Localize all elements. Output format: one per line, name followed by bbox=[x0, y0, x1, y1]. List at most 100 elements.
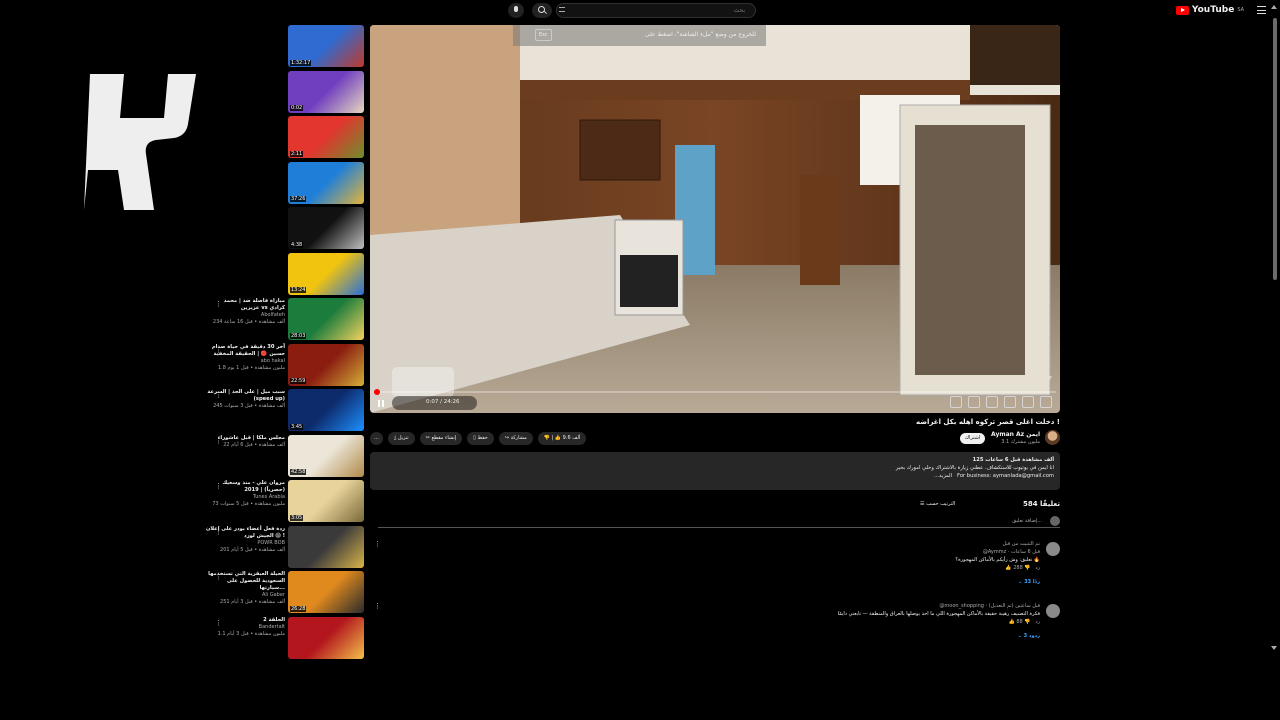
subscriber-count: 3.1 مليون مشترك bbox=[1001, 439, 1040, 445]
share-button[interactable]: ↪ مشاركة bbox=[498, 432, 533, 445]
sort-comments-button[interactable]: ☰ الترتيب حسب bbox=[920, 501, 955, 507]
video-duration: 4:38 bbox=[290, 241, 304, 248]
comment-avatar[interactable] bbox=[1046, 542, 1060, 556]
recommendation-channel[interactable]: Abolfateh bbox=[205, 312, 285, 319]
comments-count: 584 تعليقًا bbox=[1022, 500, 1060, 508]
comment-avatar[interactable] bbox=[1046, 604, 1060, 618]
comment-replies[interactable]: ⌄ 3 ردود bbox=[380, 632, 1040, 640]
voice-search-icon[interactable] bbox=[508, 3, 524, 18]
video-thumbnail[interactable] bbox=[288, 616, 364, 659]
video-duration: 42:58 bbox=[290, 469, 307, 475]
recommendation-item[interactable]: 13:24 bbox=[205, 252, 365, 299]
save-label: حفظ bbox=[477, 435, 488, 441]
brand-region: SA bbox=[1237, 7, 1244, 13]
more-actions-button[interactable]: ... bbox=[370, 432, 383, 445]
recommendation-item[interactable]: 4:38 bbox=[205, 207, 365, 253]
replies-count: 33 ردًا bbox=[1024, 579, 1040, 585]
settings-icon[interactable] bbox=[986, 396, 998, 408]
recommendation-menu-icon[interactable]: ⋮ bbox=[215, 346, 222, 354]
recommendation-channel[interactable]: Tunes Arabia bbox=[205, 494, 285, 501]
recommendation-menu-icon[interactable]: ⋮ bbox=[215, 528, 222, 536]
channel-avatar[interactable] bbox=[1045, 430, 1060, 445]
recommendation-item[interactable]: 3:05 مروان علي - منذ وسعيك (حصرياً) | 201… bbox=[205, 480, 365, 526]
video-player[interactable]: Esc للخروج من وضع "ملء الشاشة"، اضغط على… bbox=[370, 25, 1060, 413]
recommendation-item[interactable]: 26:28 الحيلة العبقرية التي تستخدمها السعو… bbox=[205, 571, 365, 617]
comment-text: فكرة التصنيف رهيبة حقيقة بالأماكن المهجو… bbox=[837, 611, 1040, 617]
clip-label: إنشاء مقطع bbox=[431, 435, 457, 441]
recommendation-stats: 1.8 مليون مشاهدة • قبل 1 يوم bbox=[217, 364, 285, 371]
comment-replies[interactable]: ⌄ 33 ردًا bbox=[380, 578, 1040, 586]
recommendation-menu-icon[interactable]: ⋮ bbox=[215, 391, 222, 399]
miniplayer-icon[interactable] bbox=[1004, 396, 1016, 408]
youtube-logo[interactable]: YouTube SA bbox=[1175, 5, 1244, 15]
scroll-up-icon[interactable] bbox=[1271, 5, 1277, 9]
video-duration: 28:03 bbox=[290, 332, 307, 339]
description-line-1: انا ايمن في يوتيوب للاستكشاف. عطني زيارة… bbox=[895, 465, 1054, 471]
comment-header: @Aymmz · قبل 6 ساعات bbox=[982, 549, 1040, 555]
comment-time: قبل ساعتين (تم التعديل) bbox=[988, 603, 1040, 609]
comment-text: تعليق: وش رأيكم بالأماكن المهجورة؟ 🔥 bbox=[955, 557, 1040, 563]
comment-like-count: 88 bbox=[1016, 619, 1023, 625]
description-more[interactable]: ...المزيد bbox=[934, 473, 952, 479]
comment-likes[interactable]: 👍 288 👎 رد bbox=[380, 564, 1040, 572]
recommendation-item[interactable]: 2:11 bbox=[205, 116, 365, 162]
save-button[interactable]: ▯ حفظ bbox=[467, 432, 494, 445]
recommendation-channel[interactable]: POWR BOB bbox=[205, 540, 285, 547]
recommendation-item[interactable]: ردة فعل أعضاء بودر على إعلان الجيش لورد … bbox=[205, 525, 365, 572]
video-duration: 3:05 bbox=[290, 514, 304, 521]
scrollbar-thumb[interactable] bbox=[1273, 18, 1277, 280]
comment-like-count: 288 bbox=[1013, 565, 1023, 571]
download-label: تنزيل bbox=[397, 435, 409, 441]
like-count: 9.6 ألف bbox=[562, 435, 581, 441]
search-icon[interactable] bbox=[532, 3, 552, 18]
comment-author[interactable]: @moon_shopping bbox=[939, 603, 984, 609]
recommendation-item[interactable]: 37:26 bbox=[205, 161, 365, 208]
video-thumbnail[interactable] bbox=[288, 525, 364, 568]
search-input[interactable]: بحث bbox=[556, 3, 756, 18]
comment-time: قبل 6 ساعات bbox=[1011, 549, 1040, 555]
description-box[interactable]: 125 ألف مشاهدة قبل 6 ساعات انا ايمن في ي… bbox=[370, 452, 1060, 490]
esc-message: للخروج من وضع "ملء الشاشة"، اضغط على bbox=[644, 31, 756, 38]
subtitles-icon[interactable] bbox=[968, 396, 980, 408]
add-comment-input[interactable]: إضافة تعليق... bbox=[378, 516, 1060, 528]
recommendation-item[interactable]: الحلقة 2 Bandertalt 1.1 مليون مشاهدة • قبل… bbox=[205, 616, 365, 663]
video-duration: 1:32:17 bbox=[290, 59, 312, 66]
like-dislike-button[interactable]: 👎 | 👍 9.6 ألف bbox=[537, 432, 587, 445]
time-display: 0:07 / 24:26 bbox=[426, 399, 460, 405]
recommendation-menu-icon[interactable]: ⋮ bbox=[215, 300, 222, 308]
recommendation-channel[interactable]: abo hakal bbox=[205, 358, 285, 365]
subscribe-button[interactable]: اشتراك bbox=[960, 433, 985, 444]
recommendation-item[interactable]: 1:32:17 bbox=[205, 25, 365, 71]
share-label: مشاركة bbox=[510, 435, 527, 441]
video-duration: 3:45 bbox=[290, 423, 304, 430]
progress-bar[interactable] bbox=[374, 389, 1056, 395]
menu-icon[interactable] bbox=[1257, 6, 1266, 14]
recommendation-stats: 1.1 مليون مشاهدة • قبل 3 أيام bbox=[217, 630, 285, 637]
recommendation-item[interactable]: 0:02 bbox=[205, 70, 365, 117]
theater-icon[interactable] bbox=[1022, 396, 1034, 408]
recommendation-item[interactable]: 42:58 مجلس ملكا | قبل عاشوراء 22 ألف مشاهد… bbox=[205, 434, 365, 481]
recommendation-menu-icon[interactable]: ⋮ bbox=[215, 437, 222, 445]
recommendation-menu-icon[interactable]: ⋮ bbox=[215, 619, 222, 627]
fullscreen-icon[interactable] bbox=[1040, 396, 1052, 408]
comment-likes[interactable]: 👍 88 👎 رد bbox=[380, 618, 1040, 626]
pause-icon[interactable] bbox=[376, 398, 386, 410]
keyboard-icon[interactable] bbox=[559, 7, 565, 12]
channel-row: Ayman Az ايمن 3.1 مليون مشترك اشتراك bbox=[860, 430, 1060, 446]
recommendation-stats: 234 ألف مشاهدة • قبل 16 ساعة bbox=[212, 319, 285, 325]
comment-author[interactable]: @Aymmz bbox=[983, 549, 1006, 555]
recommendation-item[interactable]: 22:59 آخر 30 دقيقة في حياة صدام حسين 🔴 | … bbox=[205, 343, 365, 390]
esc-key: Esc bbox=[535, 29, 552, 41]
download-button[interactable]: ⤓ تنزيل bbox=[388, 432, 415, 445]
channel-name[interactable]: Ayman Az ايمن bbox=[991, 431, 1040, 438]
recommendation-menu-icon[interactable]: ⋮ bbox=[215, 482, 222, 490]
chapter-badge: F bbox=[1049, 376, 1052, 382]
recommendation-item[interactable]: 3:45 سبب ميل | على الحد | السرعة (speed u… bbox=[205, 389, 365, 435]
autoplay-icon[interactable] bbox=[950, 396, 962, 408]
recommendation-item[interactable]: 28:03 مباراة فاصلة ضد | محمد عزيزين vs كر… bbox=[205, 298, 365, 344]
recommendation-menu-icon[interactable]: ⋮ bbox=[215, 573, 222, 581]
clip-button[interactable]: ✂ إنشاء مقطع bbox=[419, 432, 463, 445]
scroll-down-icon[interactable] bbox=[1271, 646, 1277, 650]
youtube-play-icon bbox=[1175, 5, 1189, 15]
recommendation-channel[interactable]: Ali Gaber bbox=[205, 592, 285, 599]
